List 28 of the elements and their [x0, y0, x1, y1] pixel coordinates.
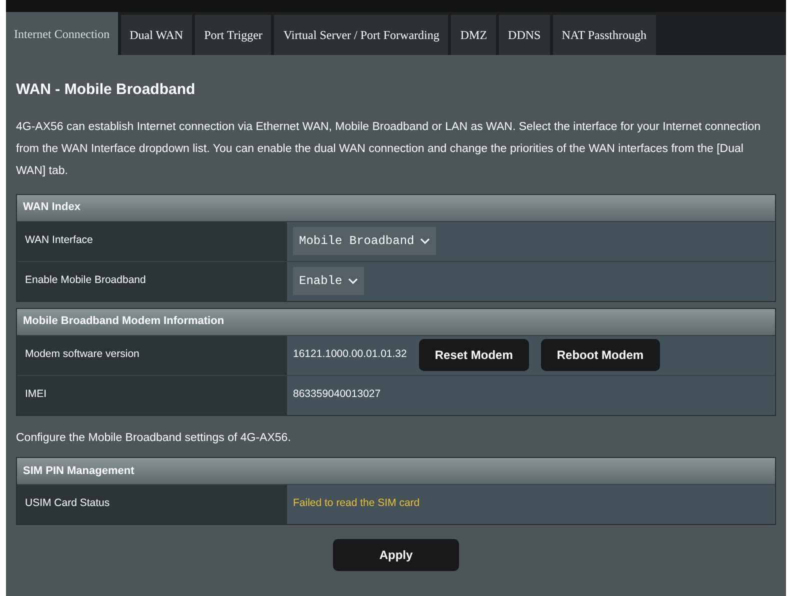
tab[interactable]: Dual WAN: [120, 15, 192, 55]
row-label: WAN Interface: [17, 222, 287, 260]
description: 4G-AX56 can establish Internet connection via Ethernet WAN, Mobile Broadband or LAN as WAN. Select the interface for your Internet connection from the WAN Interface dropdown list. You can enable the dual WAN connection and change the priorities of the WAN interfaces from the [Dual WAN] tab.: [16, 120, 762, 178]
section-header: Mobile Broadband Modem Information: [17, 308, 775, 334]
tab[interactable]: Port Trigger: [195, 15, 272, 55]
tab[interactable]: DMZ: [451, 15, 496, 55]
dropdown[interactable]: Mobile Broadband: [293, 227, 436, 255]
page-title: WAN - Mobile Broadband: [16, 80, 196, 100]
row-label: Modem software version: [17, 336, 287, 374]
dropdown[interactable]: Enable: [293, 267, 364, 295]
apply-button[interactable]: Apply: [333, 538, 459, 571]
row-label: IMEI: [17, 376, 287, 414]
row-label: USIM Card Status: [17, 484, 287, 524]
note-text: Configure the Mobile Broadband settings of 4G-AX56.: [16, 430, 292, 446]
tab[interactable]: DDNS: [499, 15, 550, 55]
row-value: 863359040013027: [293, 387, 381, 402]
row-label: Enable Mobile Broadband: [17, 262, 287, 300]
tab[interactable]: Virtual Server / Port Forwarding: [274, 15, 448, 55]
section-header: SIM PIN Management: [17, 458, 775, 484]
modem-button[interactable]: Reboot Modem: [540, 339, 660, 371]
row-value: 16121.1000.00.01.01.32: [293, 347, 407, 362]
chevron-down-icon: [348, 278, 358, 284]
tab[interactable]: Internet Connection: [6, 12, 118, 55]
section-header: WAN Index: [17, 194, 775, 220]
tab[interactable]: NAT Passthrough: [552, 15, 656, 55]
row-value: Failed to read the SIM card: [293, 496, 420, 512]
modem-button[interactable]: Reset Modem: [418, 339, 529, 371]
chevron-down-icon: [420, 238, 430, 244]
